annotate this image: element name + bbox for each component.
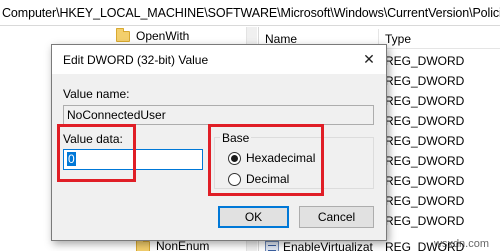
dialog-titlebar[interactable]: Edit DWORD (32-bit) Value ✕ [52, 45, 386, 74]
value-data-highlight [57, 124, 136, 182]
value-name: EnableVirtualizat [283, 240, 373, 251]
address-path: Computer\HKEY_LOCAL_MACHINE\SOFTWARE\Mic… [2, 6, 500, 20]
dialog-title: Edit DWORD (32-bit) Value [63, 53, 209, 67]
value-name-field: NoConnectedUser [63, 105, 374, 125]
tree-item-openwith[interactable]: OpenWith [116, 26, 189, 46]
address-bar[interactable]: Computer\HKEY_LOCAL_MACHINE\SOFTWARE\Mic… [0, 0, 500, 26]
cancel-button[interactable]: Cancel [299, 206, 374, 228]
reg-dword-icon [265, 241, 279, 251]
value-type: REG_DWORD [385, 134, 465, 148]
value-name-label: Value name: [63, 87, 130, 101]
base-highlight [208, 124, 324, 196]
value-type: REG_DWORD [385, 74, 465, 88]
tree-item-label: OpenWith [136, 29, 190, 43]
value-type: REG_DWORD [385, 214, 465, 228]
svg-text:wsxdn.com: wsxdn.com [434, 238, 489, 250]
value-type: REG_DWORD [385, 54, 465, 68]
value-type: REG_DWORD [385, 114, 465, 128]
column-header-type[interactable]: Type [385, 32, 411, 46]
folder-icon [136, 237, 150, 251]
close-icon[interactable]: ✕ [358, 49, 380, 69]
value-type: REG_DWORD [385, 174, 465, 188]
folder-icon [116, 27, 130, 42]
value-type: REG_DWORD [385, 194, 465, 208]
ok-button[interactable]: OK [218, 206, 289, 228]
value-type: REG_DWORD [385, 94, 465, 108]
watermark: wsxdn.com [434, 238, 489, 250]
value-type: REG_DWORD [385, 154, 465, 168]
registry-editor-screenshot: Computer\HKEY_LOCAL_MACHINE\SOFTWARE\Mic… [0, 0, 500, 251]
